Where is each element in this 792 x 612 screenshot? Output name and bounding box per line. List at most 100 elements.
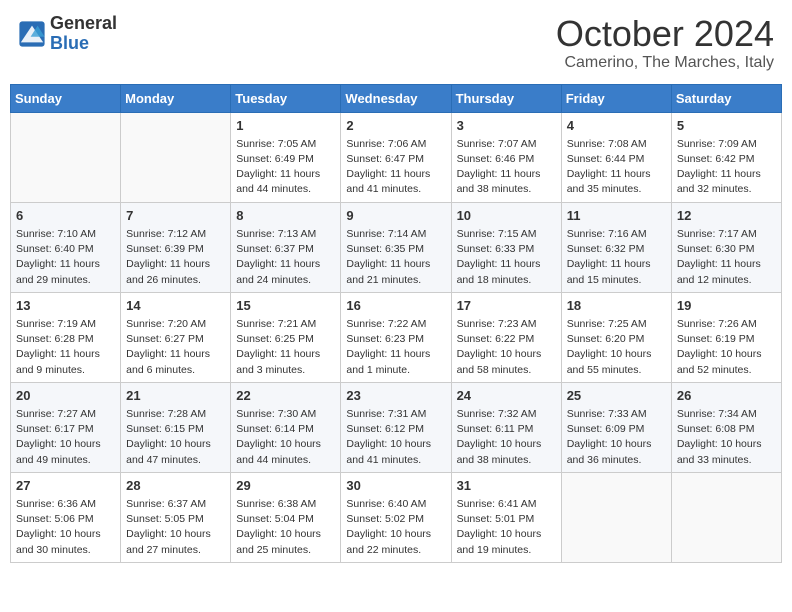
day-number: 4: [567, 117, 666, 135]
logo-general-text: General: [50, 14, 117, 34]
calendar-day-cell: 9 Sunrise: 7:14 AMSunset: 6:35 PMDaylight…: [341, 202, 451, 292]
calendar-day-cell: 16Sunrise: 7:22 AMSunset: 6:23 PMDayligh…: [341, 292, 451, 382]
day-info: Sunrise: 6:36 AMSunset: 5:06 PMDaylight:…: [16, 497, 115, 558]
day-number: 12: [677, 207, 776, 225]
day-info: Sunrise: 6:37 AMSunset: 5:05 PMDaylight:…: [126, 497, 225, 558]
day-number: 21: [126, 387, 225, 405]
calendar-week-row: 6Sunrise: 7:10 AMSunset: 6:40 PMDaylight…: [11, 202, 782, 292]
day-number: 25: [567, 387, 666, 405]
day-number: 1: [236, 117, 335, 135]
calendar-day-cell: 3Sunrise: 7:07 AMSunset: 6:46 PMDaylight…: [451, 112, 561, 202]
calendar-day-cell: 25 Sunrise: 7:33 AMSunset: 6:09 PMDayligh…: [561, 382, 671, 472]
calendar-day-cell: 19 Sunrise: 7:26 AMSunset: 6:19 PMDayligh…: [671, 292, 781, 382]
day-number: 31: [457, 477, 556, 495]
calendar-day-cell: 23 Sunrise: 7:31 AMSunset: 6:12 PMDayligh…: [341, 382, 451, 472]
day-number: 10: [457, 207, 556, 225]
calendar-day-cell: 28 Sunrise: 6:37 AMSunset: 5:05 PMDayligh…: [121, 472, 231, 562]
calendar-day-cell: 24 Sunrise: 7:32 AMSunset: 6:11 PMDayligh…: [451, 382, 561, 472]
day-info: Sunrise: 7:33 AMSunset: 6:09 PMDaylight:…: [567, 407, 666, 468]
calendar-body: 1 Sunrise: 7:05 AMSunset: 6:49 PMDaylight…: [11, 112, 782, 562]
day-number: 8: [236, 207, 335, 225]
calendar-day-cell: 7Sunrise: 7:12 AMSunset: 6:39 PMDaylight…: [121, 202, 231, 292]
weekday-header-cell: Thursday: [451, 84, 561, 112]
logo-icon: [18, 20, 46, 48]
calendar-day-cell: 22 Sunrise: 7:30 AMSunset: 6:14 PMDayligh…: [231, 382, 341, 472]
calendar-day-cell: 27 Sunrise: 6:36 AMSunset: 5:06 PMDayligh…: [11, 472, 121, 562]
weekday-header-cell: Monday: [121, 84, 231, 112]
calendar-day-cell: 10 Sunrise: 7:15 AMSunset: 6:33 PMDayligh…: [451, 202, 561, 292]
day-info: Sunrise: 7:31 AMSunset: 6:12 PMDaylight:…: [346, 407, 445, 468]
day-number: 19: [677, 297, 776, 315]
calendar-day-cell: 15 Sunrise: 7:21 AMSunset: 6:25 PMDayligh…: [231, 292, 341, 382]
day-info: Sunrise: 7:16 AMSunset: 6:32 PMDaylight:…: [567, 227, 666, 288]
day-number: 23: [346, 387, 445, 405]
day-info: Sunrise: 7:30 AMSunset: 6:14 PMDaylight:…: [236, 407, 335, 468]
title-block: October 2024 Camerino, The Marches, Ital…: [556, 14, 774, 72]
calendar-table: SundayMondayTuesdayWednesdayThursdayFrid…: [10, 84, 782, 563]
calendar-day-cell: 31Sunrise: 6:41 AMSunset: 5:01 PMDayligh…: [451, 472, 561, 562]
day-number: 18: [567, 297, 666, 315]
day-info: Sunrise: 7:23 AMSunset: 6:22 PMDaylight:…: [457, 317, 556, 378]
day-number: 29: [236, 477, 335, 495]
day-info: Sunrise: 7:05 AMSunset: 6:49 PMDaylight:…: [236, 137, 335, 198]
day-number: 9: [346, 207, 445, 225]
day-info: Sunrise: 7:27 AMSunset: 6:17 PMDaylight:…: [16, 407, 115, 468]
calendar-day-cell: 4 Sunrise: 7:08 AMSunset: 6:44 PMDaylight…: [561, 112, 671, 202]
calendar-day-cell: 29 Sunrise: 6:38 AMSunset: 5:04 PMDayligh…: [231, 472, 341, 562]
day-info: Sunrise: 7:19 AMSunset: 6:28 PMDaylight:…: [16, 317, 115, 378]
day-info: Sunrise: 7:21 AMSunset: 6:25 PMDaylight:…: [236, 317, 335, 378]
day-number: 20: [16, 387, 115, 405]
weekday-header-cell: Wednesday: [341, 84, 451, 112]
day-info: Sunrise: 7:28 AMSunset: 6:15 PMDaylight:…: [126, 407, 225, 468]
day-info: Sunrise: 7:09 AMSunset: 6:42 PMDaylight:…: [677, 137, 776, 198]
day-number: 5: [677, 117, 776, 135]
month-title: October 2024: [556, 14, 774, 54]
day-number: 15: [236, 297, 335, 315]
day-info: Sunrise: 7:15 AMSunset: 6:33 PMDaylight:…: [457, 227, 556, 288]
day-info: Sunrise: 7:26 AMSunset: 6:19 PMDaylight:…: [677, 317, 776, 378]
day-number: 2: [346, 117, 445, 135]
day-info: Sunrise: 7:17 AMSunset: 6:30 PMDaylight:…: [677, 227, 776, 288]
day-info: Sunrise: 6:38 AMSunset: 5:04 PMDaylight:…: [236, 497, 335, 558]
day-number: 26: [677, 387, 776, 405]
day-info: Sunrise: 7:22 AMSunset: 6:23 PMDaylight:…: [346, 317, 445, 378]
weekday-header-cell: Sunday: [11, 84, 121, 112]
calendar-day-cell: [561, 472, 671, 562]
calendar-day-cell: 14 Sunrise: 7:20 AMSunset: 6:27 PMDayligh…: [121, 292, 231, 382]
day-info: Sunrise: 7:10 AMSunset: 6:40 PMDaylight:…: [16, 227, 115, 288]
calendar-week-row: 13Sunrise: 7:19 AMSunset: 6:28 PMDayligh…: [11, 292, 782, 382]
day-number: 24: [457, 387, 556, 405]
day-number: 22: [236, 387, 335, 405]
day-number: 3: [457, 117, 556, 135]
calendar-day-cell: 2 Sunrise: 7:06 AMSunset: 6:47 PMDaylight…: [341, 112, 451, 202]
day-info: Sunrise: 7:34 AMSunset: 6:08 PMDaylight:…: [677, 407, 776, 468]
day-info: Sunrise: 6:40 AMSunset: 5:02 PMDaylight:…: [346, 497, 445, 558]
day-info: Sunrise: 7:14 AMSunset: 6:35 PMDaylight:…: [346, 227, 445, 288]
calendar-day-cell: [11, 112, 121, 202]
calendar-day-cell: 5 Sunrise: 7:09 AMSunset: 6:42 PMDaylight…: [671, 112, 781, 202]
day-number: 28: [126, 477, 225, 495]
day-number: 17: [457, 297, 556, 315]
day-info: Sunrise: 7:32 AMSunset: 6:11 PMDaylight:…: [457, 407, 556, 468]
logo: General Blue: [18, 14, 117, 54]
day-info: Sunrise: 7:08 AMSunset: 6:44 PMDaylight:…: [567, 137, 666, 198]
calendar-day-cell: 18 Sunrise: 7:25 AMSunset: 6:20 PMDayligh…: [561, 292, 671, 382]
day-number: 27: [16, 477, 115, 495]
day-info: Sunrise: 7:13 AMSunset: 6:37 PMDaylight:…: [236, 227, 335, 288]
weekday-header-row: SundayMondayTuesdayWednesdayThursdayFrid…: [11, 84, 782, 112]
weekday-header-cell: Saturday: [671, 84, 781, 112]
day-info: Sunrise: 7:20 AMSunset: 6:27 PMDaylight:…: [126, 317, 225, 378]
day-info: Sunrise: 7:12 AMSunset: 6:39 PMDaylight:…: [126, 227, 225, 288]
day-info: Sunrise: 7:06 AMSunset: 6:47 PMDaylight:…: [346, 137, 445, 198]
day-number: 14: [126, 297, 225, 315]
day-info: Sunrise: 7:25 AMSunset: 6:20 PMDaylight:…: [567, 317, 666, 378]
calendar-week-row: 27 Sunrise: 6:36 AMSunset: 5:06 PMDayligh…: [11, 472, 782, 562]
page-header: General Blue October 2024 Camerino, The …: [10, 10, 782, 76]
day-number: 30: [346, 477, 445, 495]
calendar-day-cell: 11Sunrise: 7:16 AMSunset: 6:32 PMDayligh…: [561, 202, 671, 292]
calendar-day-cell: 13Sunrise: 7:19 AMSunset: 6:28 PMDayligh…: [11, 292, 121, 382]
calendar-day-cell: [671, 472, 781, 562]
location: Camerino, The Marches, Italy: [556, 54, 774, 72]
weekday-header-cell: Tuesday: [231, 84, 341, 112]
calendar-day-cell: 20 Sunrise: 7:27 AMSunset: 6:17 PMDayligh…: [11, 382, 121, 472]
